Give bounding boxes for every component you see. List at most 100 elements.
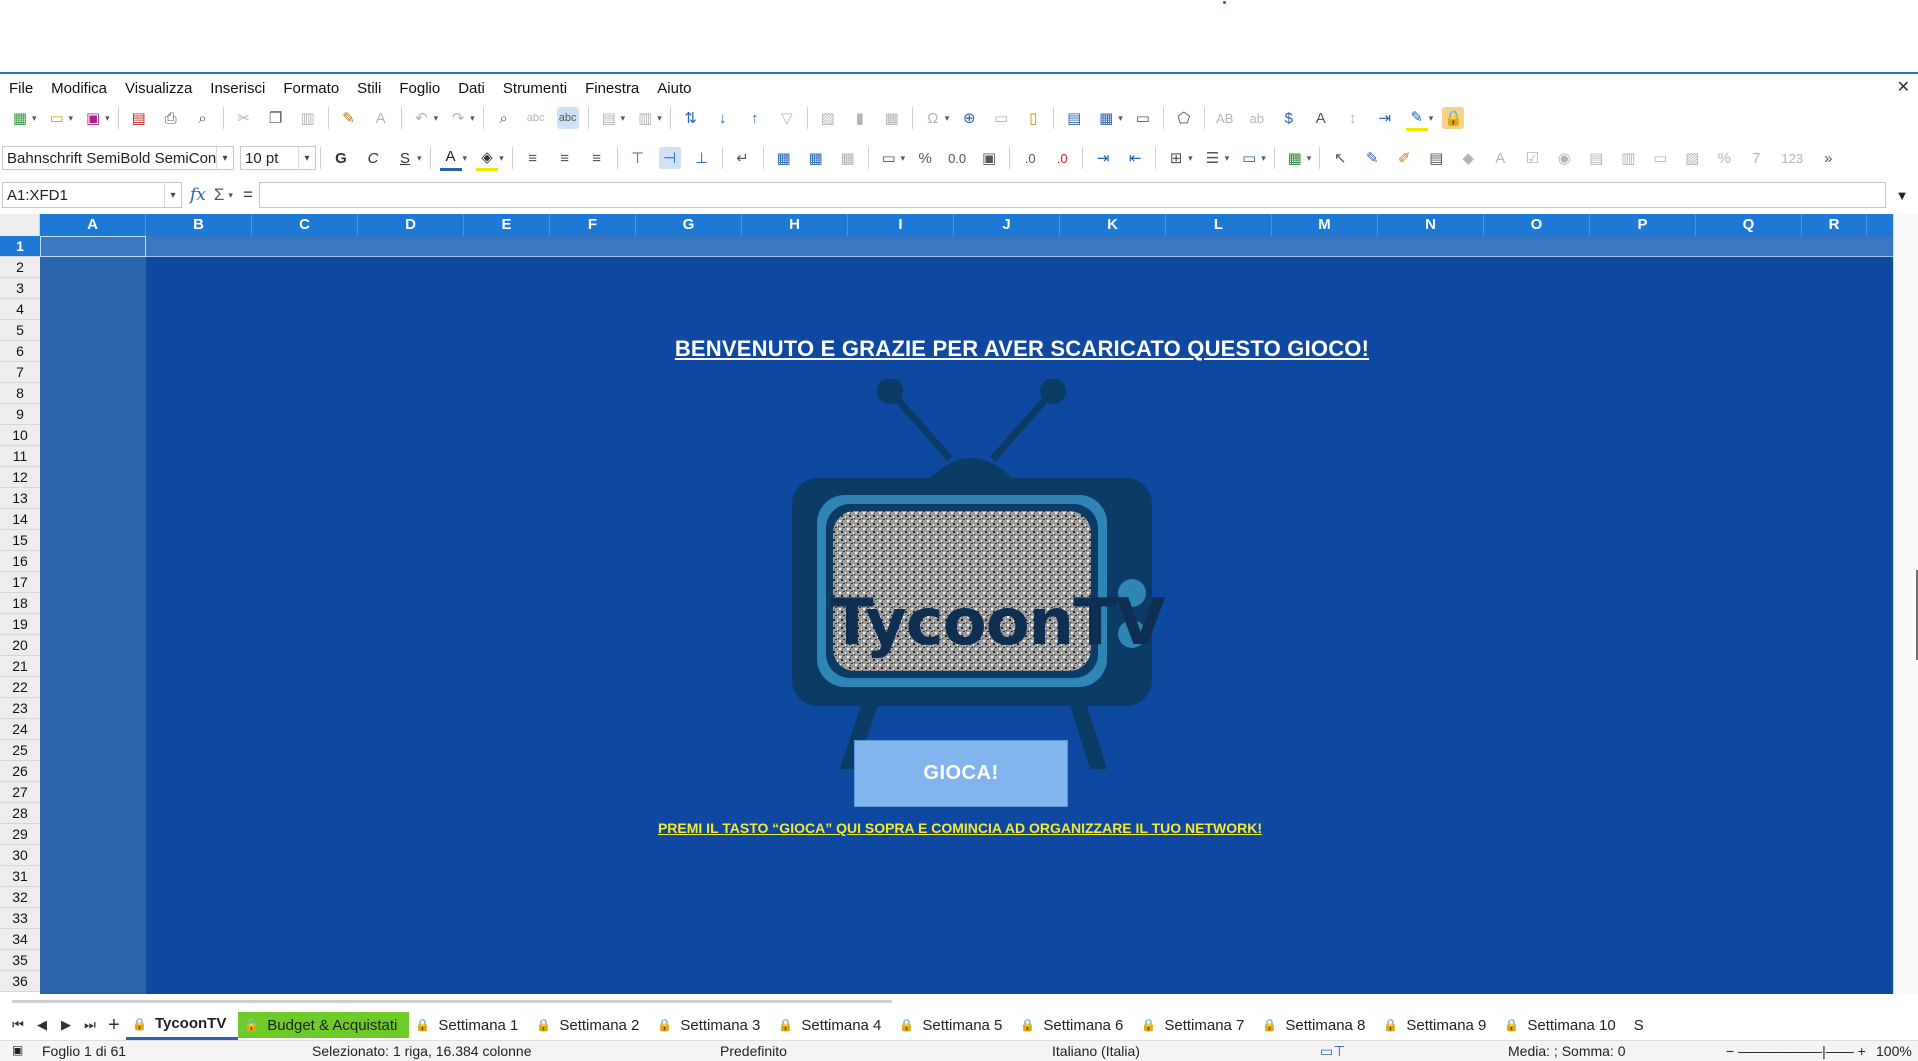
font-name-combo[interactable]: Bahnschrift SemiBold SemiCon ▾ [2,146,234,170]
column-header-g[interactable]: G [636,214,742,236]
menu-strumenti[interactable]: Strumenti [494,80,576,97]
highlight-icon[interactable]: ✎ [1405,106,1428,131]
label-control-icon[interactable]: ◆ [1457,147,1479,169]
clear-formatting-icon[interactable]: A [370,107,392,129]
row-header-23[interactable]: 23 [0,698,40,719]
column-header-f[interactable]: F [550,214,636,236]
number-format-icon[interactable]: 0.0 [946,147,968,169]
align-center-icon[interactable]: ≡ [554,147,576,169]
vertical-scrollbar[interactable] [1893,214,1918,994]
sheet-tab[interactable]: 🔒 Settimana 7 [1135,1012,1256,1038]
redo-dropdown-icon[interactable]: ▾ [470,113,475,124]
new-dropdown-icon[interactable]: ▾ [32,113,37,124]
control-properties-icon[interactable]: ✐ [1393,147,1415,169]
cut-icon[interactable]: ✂ [233,107,255,129]
first-sheet-icon[interactable]: ⏮ [6,1017,30,1033]
print-preview-icon[interactable]: ⌕ [192,107,214,129]
row-header-13[interactable]: 13 [0,488,40,509]
zoom-slider[interactable]: − ——————|—— + [1726,1043,1866,1059]
sheet-tab[interactable]: 🔒 Settimana 8 [1256,1012,1377,1038]
paste-icon[interactable]: ▥ [297,107,319,129]
borders-icon[interactable]: ⊞ [1165,147,1187,169]
row-header-1[interactable]: 1 [0,236,40,257]
row-header-7[interactable]: 7 [0,362,40,383]
redo-icon[interactable]: ↷ [447,107,469,129]
bold-button[interactable]: G [330,147,352,169]
autofilter-icon[interactable]: ▽ [776,107,798,129]
add-sheet-icon[interactable]: + [102,1014,126,1037]
zoom-level[interactable]: 100% [1876,1043,1912,1059]
conditional-format-icon[interactable]: ▦ [1284,147,1306,169]
currency-icon[interactable]: ▭ [878,147,900,169]
form-design-icon[interactable]: ▤ [1425,147,1447,169]
border-style-icon[interactable]: ☰ [1202,147,1224,169]
sum-info[interactable]: Media: ; Somma: 0 [1508,1043,1626,1059]
more-toolbar-icon[interactable]: » [1817,147,1839,169]
formula-icon[interactable]: = [243,185,253,205]
sheet-tab[interactable]: 🔒 TycoonTV [126,1011,239,1040]
sheet-tab[interactable]: 🔒 Settimana 1 [409,1012,530,1038]
column-header-h[interactable]: H [742,214,848,236]
sheet-area[interactable]: BENVENUTO E GRAZIE PER AVER SCARICATO QU… [40,236,1893,994]
sheet-tab[interactable]: 🔒 Settimana 2 [530,1012,651,1038]
add-decimal-icon[interactable]: .0 [1019,147,1041,169]
next-sheet-icon[interactable]: ▶ [54,1017,78,1033]
menu-inserisci[interactable]: Inserisci [201,80,274,97]
row-header-4[interactable]: 4 [0,299,40,320]
grow-font-icon[interactable]: A [1310,107,1332,129]
row-dropdown-icon[interactable]: ▾ [621,113,626,124]
sheet-tab[interactable]: 🔒 Settimana 6 [1014,1012,1135,1038]
undo-dropdown-icon[interactable]: ▾ [434,113,439,124]
column-header-b[interactable]: B [146,214,252,236]
row-header-6[interactable]: 6 [0,341,40,362]
row-header-8[interactable]: 8 [0,383,40,404]
row-header-12[interactable]: 12 [0,467,40,488]
font-size-down-icon[interactable]: ab [1246,107,1268,129]
menu-foglio[interactable]: Foglio [390,80,449,97]
column-dropdown-icon[interactable]: ▾ [657,113,662,124]
selection-mode-icon[interactable]: ▭⊤ [1320,1043,1345,1060]
last-sheet-icon[interactable]: ⏭ [78,1017,102,1033]
highlight-dropdown-icon[interactable]: ▾ [1429,113,1434,124]
horizontal-scrollbar[interactable] [12,1000,892,1003]
borders-dropdown-icon[interactable]: ▾ [1188,153,1193,164]
sheet-tab[interactable]: 🔒 Budget & Acquistati [238,1012,410,1038]
open-folder-icon[interactable]: ▭ [46,107,68,129]
header-footer-icon[interactable]: ▯ [1022,107,1044,129]
line-spacing-icon[interactable]: ↕ [1342,107,1364,129]
function-wizard-icon[interactable]: fx [190,185,206,205]
row-header-35[interactable]: 35 [0,950,40,971]
unmerge-cells-icon[interactable]: ▦ [837,147,859,169]
text-box-icon[interactable]: A [1489,147,1511,169]
pivot-table-icon[interactable]: ▦ [881,107,903,129]
select-icon[interactable]: ↖ [1329,147,1351,169]
align-bottom-icon[interactable]: ⊥ [691,147,713,169]
print-icon[interactable]: ⎙ [160,107,182,129]
define-print-area-icon[interactable]: ▤ [1063,107,1085,129]
sort-descending-icon[interactable]: ↑ [744,107,766,129]
numeric-field-icon[interactable]: 123 [1777,147,1807,169]
chevron-down-icon[interactable]: ▾ [216,147,233,169]
language[interactable]: Italiano (Italia) [1052,1043,1140,1059]
row-header-5[interactable]: 5 [0,320,40,341]
font-color-dropdown-icon[interactable]: ▾ [463,153,468,164]
row-header-28[interactable]: 28 [0,803,40,824]
menu-stili[interactable]: Stili [348,80,390,97]
undo-icon[interactable]: ↶ [411,107,433,129]
column-header-e[interactable]: E [464,214,550,236]
column-header-o[interactable]: O [1484,214,1590,236]
combo-box-icon[interactable]: ▥ [1617,147,1639,169]
option-button-icon[interactable]: ◉ [1553,147,1575,169]
column-header-p[interactable]: P [1590,214,1696,236]
chevron-down-icon[interactable]: ▾ [298,147,315,169]
save-icon[interactable]: ▣ [82,107,104,129]
font-size-up-icon[interactable]: AB [1214,107,1236,129]
row-header-18[interactable]: 18 [0,593,40,614]
menu-dati[interactable]: Dati [449,80,494,97]
row-header-26[interactable]: 26 [0,761,40,782]
align-middle-icon[interactable]: ⊣ [658,147,681,169]
split-window-icon[interactable]: ▭ [1132,107,1154,129]
export-pdf-icon[interactable]: ▤ [128,107,150,129]
underline-dropdown-icon[interactable]: ▾ [417,153,422,164]
row-header-31[interactable]: 31 [0,866,40,887]
